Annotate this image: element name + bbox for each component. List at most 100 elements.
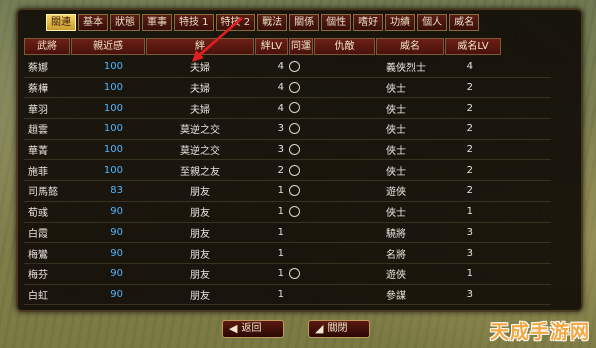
tab-1[interactable]: 基本 [78,14,108,31]
table-row[interactable]: 白霞 90 朋友 1 驍將 3 [24,223,551,244]
table-row[interactable]: 白虹 90 朋友 1 參謀 3 [24,285,551,306]
header-fame-level[interactable]: 威名LV [445,38,501,55]
fame-title: 俠士 [386,104,406,116]
bond-level: 1 [277,268,284,280]
affinity-value: 100 [103,82,123,94]
fame-title: 俠士 [386,125,406,137]
circle-icon [289,205,300,217]
circle-icon [289,164,300,176]
affinity-value: 100 [103,61,123,73]
tab-2[interactable]: 狀態 [110,14,140,31]
table-row[interactable]: 蔡樺 100 夫婦 4 俠士 2 [24,78,551,99]
bond-level: 1 [277,247,284,259]
officer-name: 趙雲 [28,125,48,137]
fame-level: 1 [466,206,473,218]
circle-icon [289,81,300,93]
fame-level: 2 [466,144,473,156]
fame-title: 遊俠 [386,270,406,282]
bond-level: 2 [277,164,284,176]
circle-icon [289,123,300,135]
tab-bar: 關連 基本 狀態 軍事 特技 1 特技 2 戰法 關係 個性 嗜好 功績 個人 威名 [46,14,480,31]
fate-indicator [289,102,313,114]
table-row[interactable]: 華羽 100 夫婦 4 俠士 2 [24,98,551,120]
officer-name: 梅芬 [28,270,48,282]
fame-title: 俠士 [386,166,406,178]
table-row[interactable]: 梅鸞 90 朋友 1 名將 3 [24,243,551,264]
header-affinity[interactable]: 親近感 [71,38,145,55]
fame-title: 遊俠 [386,187,406,199]
table-header: 武將 親近感 絆 絆LV 同運 仇敵 威名 威名LV [24,38,551,55]
table-row[interactable]: 荀彧 90 朋友 1 俠士 1 [24,202,551,223]
table-row[interactable]: 梅芬 90 朋友 1 遊俠 1 [24,264,551,285]
bond-type: 朋友 [190,249,210,261]
header-name[interactable]: 武將 [24,38,70,55]
officer-name: 白虹 [28,290,48,302]
tab-0[interactable]: 關連 [46,14,76,31]
fate-indicator [289,267,313,280]
fame-level: 2 [466,123,473,135]
fate-indicator [289,81,313,94]
bond-type: 至親之友 [180,166,220,178]
affinity-value: 90 [110,288,123,300]
table-row[interactable]: 蔡娜 100 夫婦 4 義俠烈士 4 [24,57,551,78]
tab-9[interactable]: 嗜好 [353,14,384,31]
table-row[interactable]: 趙雲 100 莫逆之交 3 俠士 2 [24,119,551,140]
fame-level: 1 [466,268,473,280]
table-body: 蔡娜 100 夫婦 4 義俠烈士 4 蔡樺 100 夫婦 4 俠士 2 華羽 100 夫婦 4 俠士 2 趙雲 100… [24,57,551,306]
tab-12[interactable]: 威名 [449,14,480,31]
affinity-value: 100 [103,144,123,156]
officer-name: 白霞 [28,228,48,240]
bond-level: 1 [277,288,284,300]
affinity-value: 90 [110,226,123,238]
tab-7[interactable]: 關係 [289,14,320,31]
circle-icon [289,185,300,197]
officer-name: 華羽 [28,104,48,116]
bond-level: 1 [277,206,284,218]
close-button[interactable]: ◢ 關閉 [308,320,370,338]
table-row[interactable]: 施菲 100 至親之友 2 俠士 2 [24,160,551,182]
fame-title: 俠士 [386,146,406,158]
back-button[interactable]: ◀ 返回 [222,320,284,338]
fame-level: 2 [466,185,473,197]
close-button-label: 關閉 [327,323,348,334]
bond-type: 朋友 [190,187,210,199]
fame-title: 參謀 [386,290,406,302]
header-enemy[interactable]: 仇敵 [314,38,375,55]
affinity-value: 100 [103,102,123,114]
bond-level: 4 [277,102,284,114]
table-row[interactable]: 華菁 100 莫逆之交 3 俠士 2 [24,140,551,161]
bond-type: 朋友 [190,290,210,302]
fame-level: 2 [466,102,473,114]
bond-type: 朋友 [190,228,210,240]
fame-level: 3 [466,288,473,300]
officer-name: 梅鸞 [28,249,48,261]
tab-8[interactable]: 個性 [321,14,352,31]
affinity-value: 83 [110,185,123,197]
fate-indicator [289,143,313,156]
fate-indicator [289,123,313,135]
header-fame[interactable]: 威名 [376,38,444,55]
officer-name: 荀彧 [28,208,48,220]
circle-icon [289,267,300,279]
tab-10[interactable]: 功績 [385,14,416,31]
fame-title: 名將 [386,249,406,261]
table-row[interactable]: 司馬懿 83 朋友 1 遊俠 2 [24,181,551,202]
officer-name: 蔡娜 [28,63,48,75]
officer-name: 華菁 [28,146,48,158]
bond-type: 夫婦 [190,84,210,96]
fame-level: 3 [466,226,473,238]
fame-title: 俠士 [386,84,406,96]
bond-level: 4 [277,82,284,94]
officer-name: 施菲 [28,166,48,178]
tab-3[interactable]: 軍事 [142,14,172,31]
bond-level: 4 [277,61,284,73]
header-fate[interactable]: 同運 [289,38,313,55]
fame-level: 3 [466,247,473,259]
fate-indicator [289,164,313,177]
bond-level: 3 [277,144,284,156]
fate-indicator [289,61,313,73]
header-bond-level[interactable]: 絆LV [255,38,288,55]
affinity-value: 100 [103,164,123,176]
tab-6[interactable]: 戰法 [257,14,288,31]
tab-11[interactable]: 個人 [417,14,448,31]
